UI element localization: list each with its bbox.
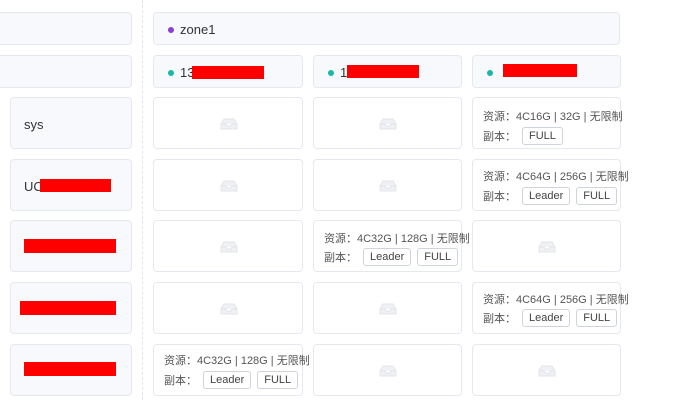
- server-status-dot: [328, 70, 334, 76]
- empty-inbox-icon: [379, 365, 397, 377]
- unit-cell-empty[interactable]: [313, 282, 462, 334]
- server-header-3: [472, 55, 621, 88]
- empty-inbox-icon: [220, 118, 238, 130]
- server-status-dot: [487, 70, 493, 76]
- redaction-bar: [24, 362, 116, 376]
- redaction-bar: [20, 301, 116, 315]
- unit-cell[interactable]: 资源：4C64G | 256G | 无限制 副本： Leader FULL: [472, 159, 629, 211]
- tenant-card[interactable]: [10, 220, 132, 272]
- replica-tag: Leader: [522, 187, 571, 205]
- server-header-2: 1: [313, 55, 462, 88]
- unit-cell-empty[interactable]: [153, 282, 303, 334]
- empty-inbox-icon: [379, 180, 397, 192]
- tenant-card[interactable]: [10, 282, 132, 334]
- unit-resource: 资源：4C32G | 128G | 无限制: [324, 233, 470, 245]
- unit-cell-empty[interactable]: [153, 220, 303, 272]
- replica-tag: FULL: [417, 248, 459, 266]
- empty-inbox-icon: [220, 303, 238, 315]
- replica-tag: Leader: [203, 371, 252, 389]
- server-header-1: 13: [153, 55, 303, 88]
- unit-replica: 副本： Leader FULL: [164, 371, 299, 389]
- unit-resource: 资源：4C64G | 256G | 无限制: [483, 294, 629, 306]
- tenant-card[interactable]: UC: [10, 159, 132, 211]
- tenant-card[interactable]: [10, 344, 132, 396]
- unit-cell-empty[interactable]: [313, 159, 462, 211]
- redaction-bar: [347, 65, 419, 78]
- unit-cell[interactable]: 资源：4C64G | 256G | 无限制 副本： Leader FULL: [472, 282, 629, 334]
- left-header-card-1: [0, 12, 132, 45]
- unit-replica: 副本： Leader FULL: [483, 187, 618, 205]
- unit-cell-empty[interactable]: [313, 97, 462, 149]
- unit-cell-empty[interactable]: [313, 344, 462, 396]
- zone-status-dot: [168, 27, 174, 33]
- empty-inbox-icon: [538, 241, 556, 253]
- unit-resource: 资源：4C64G | 256G | 无限制: [483, 171, 629, 183]
- zone-header: zone1: [153, 12, 620, 45]
- unit-cell[interactable]: 资源：4C16G | 32G | 无限制 副本： FULL: [472, 97, 623, 149]
- redaction-bar: [503, 64, 577, 77]
- replica-tag: FULL: [522, 127, 563, 145]
- redaction-bar: [24, 239, 116, 253]
- left-header-card-2: [0, 55, 132, 88]
- unit-replica: 副本： FULL: [483, 127, 563, 145]
- unit-cell[interactable]: 资源：4C32G | 128G | 无限制 副本： Leader FULL: [153, 344, 310, 396]
- empty-inbox-icon: [379, 118, 397, 130]
- unit-resource: 资源：4C32G | 128G | 无限制: [164, 355, 310, 367]
- empty-inbox-icon: [220, 241, 238, 253]
- empty-inbox-icon: [220, 180, 238, 192]
- unit-replica: 副本： Leader FULL: [483, 309, 618, 327]
- redaction-bar: [40, 179, 111, 192]
- unit-cell-empty[interactable]: [472, 344, 621, 396]
- unit-replica: 副本： Leader FULL: [324, 248, 459, 266]
- unit-cell-empty[interactable]: [472, 220, 621, 272]
- unit-cell-empty[interactable]: [153, 159, 303, 211]
- replica-tag: FULL: [576, 309, 618, 327]
- redaction-bar: [192, 66, 264, 79]
- server-status-dot: [168, 70, 174, 76]
- replica-tag: FULL: [576, 187, 618, 205]
- unit-cell-empty[interactable]: [153, 97, 303, 149]
- empty-inbox-icon: [379, 303, 397, 315]
- replica-tag: Leader: [522, 309, 571, 327]
- tenant-name: sys: [24, 117, 44, 132]
- zone-title: zone1: [180, 22, 216, 37]
- unit-cell[interactable]: 资源：4C32G | 128G | 无限制 副本： Leader FULL: [313, 220, 470, 272]
- replica-tag: Leader: [363, 248, 412, 266]
- unit-resource: 资源：4C16G | 32G | 无限制: [483, 111, 623, 123]
- column-divider: [142, 0, 143, 400]
- tenant-card[interactable]: sys: [10, 97, 132, 149]
- replica-tag: FULL: [257, 371, 299, 389]
- empty-inbox-icon: [538, 365, 556, 377]
